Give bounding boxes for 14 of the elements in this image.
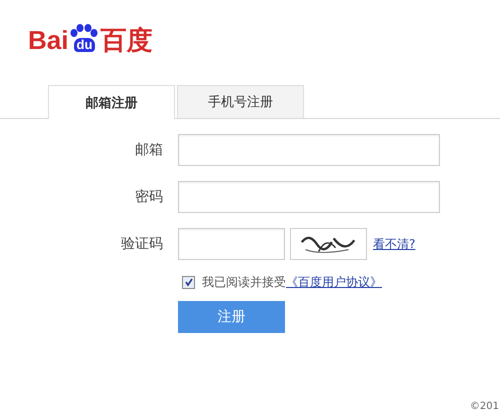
copyright-text: ©201 (470, 401, 499, 412)
checkbox[interactable] (182, 276, 195, 288)
agreement-text: 我已阅读并接受 (202, 274, 286, 290)
field-label: 密码 (134, 188, 163, 206)
input-field[interactable] (178, 228, 285, 260)
tab[interactable]: 手机号注册 (177, 85, 304, 118)
tab[interactable]: 邮箱注册 (48, 85, 175, 119)
input-field[interactable] (178, 181, 440, 213)
input-field[interactable] (178, 134, 440, 166)
field-label: 邮箱 (134, 141, 163, 159)
logo: Bai du 百度 (28, 24, 152, 54)
refresh-link[interactable]: 看不清? (373, 236, 416, 252)
agreement-link[interactable]: 《百度用户协议》 (286, 274, 382, 290)
field-label: 验证码 (120, 235, 163, 253)
